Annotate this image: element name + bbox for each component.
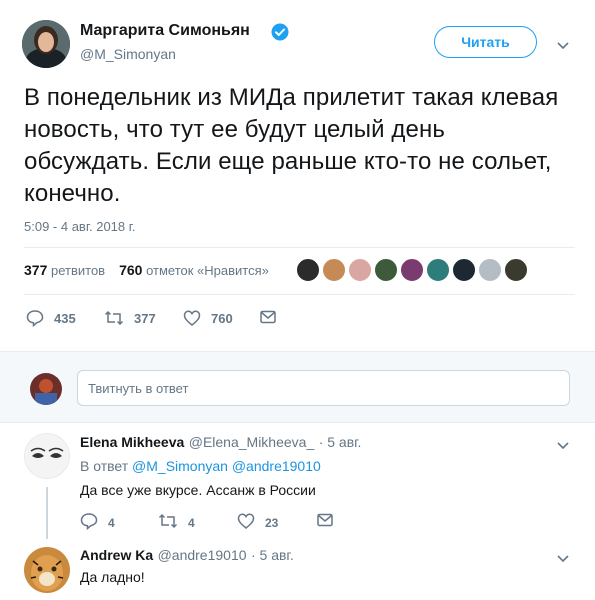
tweet-text: В понедельник из МИДа прилетит такая кле… [24,84,559,207]
reply-date[interactable]: · 5 авг. [319,434,362,450]
reply-count: 435 [54,310,76,326]
reply-author-handle[interactable]: @Elena_Mikheeva_ [189,434,315,450]
retweet-button[interactable]: 377 [104,309,156,327]
thread-connector [46,487,48,539]
liker-avatar[interactable] [348,258,372,282]
liker-avatar[interactable] [478,258,502,282]
reply-author-name[interactable]: Elena Mikheeva [80,434,184,450]
retweet-icon [104,309,124,327]
reply-avatar[interactable] [24,547,70,593]
tweet-timestamp[interactable]: 5:09 - 4 авг. 2018 г. [24,219,136,234]
liker-avatar[interactable] [452,258,476,282]
author-name[interactable]: Маргарита Симоньян [80,22,250,40]
direct-message-button[interactable] [316,512,334,531]
retweets-label: ретвитов [50,263,106,278]
heart-icon [183,309,201,327]
retweet-button[interactable]: 4 [158,512,195,533]
reply-author-handle[interactable]: @andre19010 [158,547,247,563]
author-handle[interactable]: @M_Simonyan [80,46,176,62]
reply-count: 4 [108,515,115,530]
likes-label: отметок «Нравится» [146,263,269,278]
envelope-icon [259,309,277,325]
liker-avatar[interactable] [374,258,398,282]
retweet-icon [158,512,178,533]
reply-button[interactable]: 4 [80,512,115,533]
reply-text: Да все уже вкурсе. Ассанж в России [80,482,316,498]
reply-header: Andrew Ka @andre19010 · 5 авг. [80,547,294,565]
mention-link[interactable]: @andre19010 [232,458,321,474]
reply-icon [80,512,98,533]
in-reply-to: В ответ @M_Simonyan @andre19010 [80,458,321,474]
verified-badge-icon [271,23,289,41]
reply-author-name[interactable]: Andrew Ka [80,547,153,563]
divider [24,247,575,248]
retweet-count: 4 [188,515,195,530]
author-avatar[interactable] [22,20,70,68]
like-count: 760 [211,310,233,326]
retweets-stat[interactable]: 377 ретвитов [24,262,105,278]
liker-avatar[interactable] [504,258,528,282]
follow-button[interactable]: Читать [434,26,537,58]
reply-header: Elena Mikheeva @Elena_Mikheeva_ · 5 авг. [80,434,361,452]
divider [24,294,575,295]
reply-date[interactable]: · 5 авг. [251,547,294,563]
heart-icon [237,512,255,533]
retweets-count: 377 [24,262,48,278]
liker-avatar[interactable] [322,258,346,282]
direct-message-button[interactable] [259,309,277,325]
liker-avatar[interactable] [296,258,320,282]
likes-count: 760 [119,262,143,278]
likers-avatars [296,258,528,282]
reply-input[interactable]: Твитнуть в ответ [77,370,570,406]
mention-link[interactable]: @M_Simonyan [132,458,228,474]
like-button[interactable]: 23 [237,512,278,533]
liker-avatar[interactable] [426,258,450,282]
current-user-avatar[interactable] [30,373,62,405]
reply-text: Да ладно! [80,569,145,585]
in-reply-prefix: В ответ [80,458,129,474]
retweet-count: 377 [134,310,156,326]
reply-avatar[interactable] [24,433,70,479]
reply-button[interactable]: 435 [26,309,76,327]
like-count: 23 [265,515,279,530]
chevron-down-icon[interactable] [556,38,570,50]
tweet-stats: 377 ретвитов 760 отметок «Нравится» [24,262,269,278]
reply-icon [26,309,44,327]
liker-avatar[interactable] [400,258,424,282]
chevron-down-icon[interactable] [556,438,570,450]
envelope-icon [316,512,334,531]
likes-stat[interactable]: 760 отметок «Нравится» [119,262,269,278]
like-button[interactable]: 760 [183,309,233,327]
chevron-down-icon[interactable] [556,551,570,563]
